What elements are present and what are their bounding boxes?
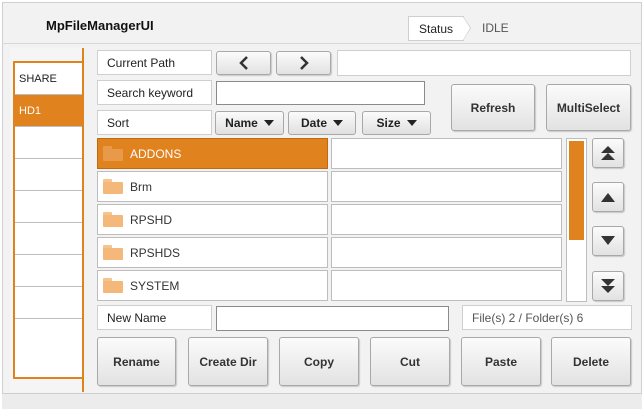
file-name: RPSHDS [130, 245, 181, 260]
drive-item-empty[interactable] [15, 127, 82, 159]
chevron-right-icon [299, 56, 309, 70]
triangle-down-icon [333, 120, 343, 126]
drive-item-empty[interactable] [15, 255, 82, 287]
file-detail-cell[interactable] [331, 270, 562, 301]
scroll-top-button[interactable] [592, 138, 624, 168]
drive-item-empty[interactable] [15, 159, 82, 191]
current-path-field[interactable] [337, 50, 631, 76]
status-label: Status [408, 16, 464, 41]
refresh-button[interactable]: Refresh [451, 84, 535, 131]
double-arrow-up-icon [601, 146, 615, 160]
sort-size-label: Size [376, 116, 401, 130]
file-row[interactable]: RPSHDS [97, 237, 328, 268]
cut-button[interactable]: Cut [370, 337, 450, 386]
delete-button[interactable]: Delete [551, 337, 631, 386]
new-name-label: New Name [97, 305, 212, 330]
scroll-up-button[interactable] [592, 182, 624, 212]
triangle-down-icon [263, 120, 274, 126]
chevron-left-icon [238, 56, 248, 70]
file-detail-cell[interactable] [331, 171, 562, 202]
file-row[interactable]: Brm [97, 171, 328, 202]
status-pointer-fill [463, 17, 470, 40]
sort-date-label: Date [300, 116, 327, 130]
file-detail-cell[interactable] [331, 204, 562, 235]
folder-icon [102, 179, 124, 194]
drive-item-empty[interactable] [15, 191, 82, 223]
new-name-input[interactable] [216, 306, 449, 331]
search-input[interactable] [216, 81, 425, 105]
scroll-bottom-button[interactable] [592, 271, 624, 301]
drive-item-empty[interactable] [15, 287, 82, 319]
double-arrow-down-icon [601, 279, 615, 293]
drive-item-share[interactable]: SHARE [15, 63, 82, 95]
drive-item-hd1[interactable]: HD1 [15, 95, 82, 127]
folder-icon [102, 245, 124, 260]
sort-name-label: Name [225, 116, 258, 130]
file-row[interactable]: ADDONS [97, 138, 328, 169]
bottom-bar [2, 394, 642, 409]
drive-list: SHARE HD1 [13, 61, 84, 379]
drive-item-empty[interactable] [15, 223, 82, 255]
triangle-down-icon [406, 120, 417, 126]
paste-button[interactable]: Paste [461, 337, 541, 386]
file-name: RPSHD [130, 212, 173, 227]
drive-item-empty[interactable] [15, 319, 82, 351]
search-keyword-label: Search keyword [97, 80, 212, 105]
folder-icon [102, 212, 124, 227]
sort-size-button[interactable]: Size [362, 111, 431, 135]
rename-button[interactable]: Rename [97, 337, 176, 386]
app-title: MpFileManagerUI [46, 18, 154, 33]
current-path-label: Current Path [97, 50, 212, 75]
arrow-up-icon [601, 193, 615, 202]
folder-icon [102, 146, 124, 161]
path-forward-button[interactable] [276, 51, 331, 75]
file-name: ADDONS [130, 146, 182, 161]
multiselect-button[interactable]: MultiSelect [546, 84, 631, 131]
arrow-down-icon [601, 236, 615, 245]
file-folder-count: File(s) 2 / Folder(s) 6 [462, 305, 632, 330]
copy-button[interactable]: Copy [279, 337, 359, 386]
file-row[interactable]: RPSHD [97, 204, 328, 235]
scrollbar-thumb[interactable] [569, 141, 584, 240]
status-value: IDLE [482, 21, 509, 35]
file-name: Brm [130, 179, 152, 194]
sort-name-button[interactable]: Name [215, 111, 284, 135]
scroll-down-button[interactable] [592, 226, 624, 256]
file-detail-cell[interactable] [331, 237, 562, 268]
sort-date-button[interactable]: Date [288, 111, 356, 135]
file-row[interactable]: SYSTEM [97, 270, 328, 301]
path-back-button[interactable] [216, 51, 271, 75]
sort-label: Sort [97, 110, 212, 135]
file-detail-cell[interactable] [331, 138, 562, 169]
file-name: SYSTEM [130, 278, 180, 293]
create-dir-button[interactable]: Create Dir [188, 337, 268, 386]
folder-icon [102, 278, 124, 293]
